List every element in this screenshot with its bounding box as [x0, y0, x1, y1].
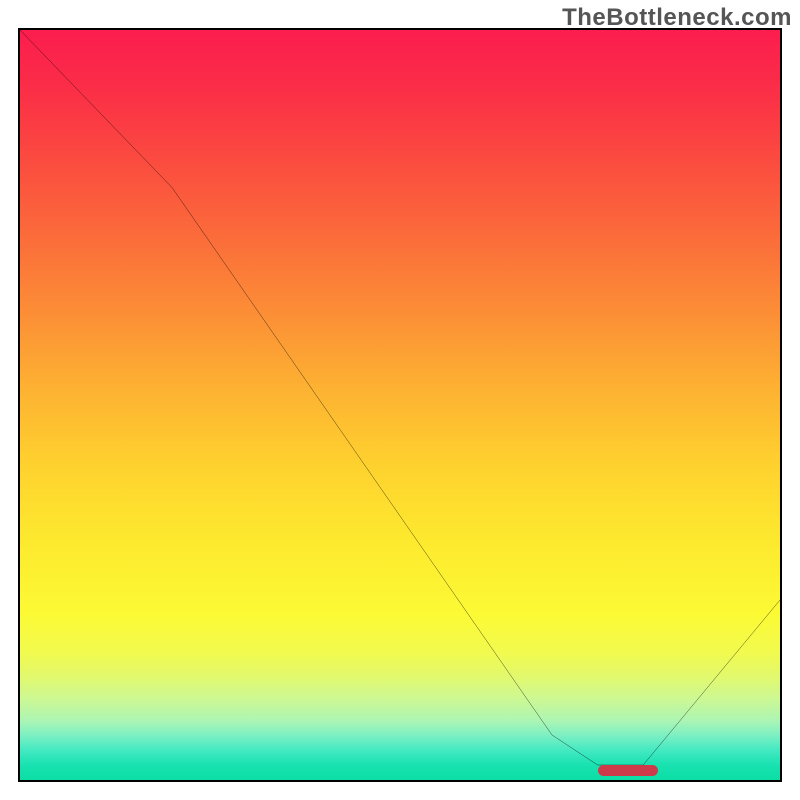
chart-stage: TheBottleneck.com	[0, 0, 800, 800]
bottleneck-curve	[20, 30, 780, 780]
plot-area	[18, 28, 782, 782]
optimal-range-marker	[598, 765, 659, 776]
